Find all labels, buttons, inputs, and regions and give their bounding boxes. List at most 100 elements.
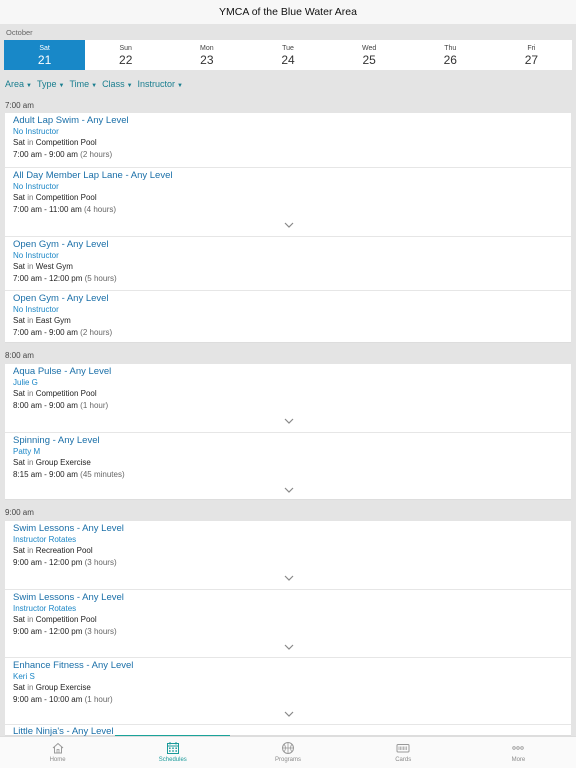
time-range: 7:00 am - 9:00 am bbox=[13, 150, 78, 159]
location-in-word: in bbox=[27, 683, 34, 692]
duration: (45 minutes) bbox=[80, 470, 125, 479]
class-day: Sat bbox=[13, 193, 26, 202]
filter-label: Type bbox=[36, 79, 57, 89]
filter-label: Area bbox=[5, 79, 25, 89]
title-bar: YMCA of the Blue Water Area bbox=[0, 0, 576, 24]
tab-more[interactable]: More bbox=[461, 737, 576, 768]
class-item[interactable]: Open Gym - Any Level No Instructor Sat i… bbox=[5, 290, 571, 343]
day-number: 21 bbox=[37, 52, 52, 67]
tab-label: More bbox=[511, 757, 526, 763]
tab-label: Schedules bbox=[158, 757, 187, 763]
location-name: Group Exercise bbox=[35, 683, 91, 692]
day-thu[interactable]: Thu 26 bbox=[410, 40, 491, 70]
time-range: 7:00 am - 12:00 pm bbox=[13, 274, 83, 283]
time-range: 8:00 am - 9:00 am bbox=[13, 401, 78, 410]
month-label: October bbox=[6, 28, 33, 37]
day-sat[interactable]: Sat 21 bbox=[4, 40, 86, 70]
filter-instructor[interactable]: Instructor ▼ bbox=[138, 79, 183, 89]
day-number: 26 bbox=[443, 52, 457, 67]
duration: (1 hour) bbox=[84, 695, 113, 704]
class-item[interactable]: Open Gym - Any Level No Instructor Sat i… bbox=[5, 236, 571, 290]
app-title: YMCA of the Blue Water Area bbox=[219, 6, 357, 18]
class-name: Aqua Pulse - Any Level bbox=[13, 366, 112, 377]
duration: (4 hours) bbox=[84, 205, 117, 214]
day-number: 27 bbox=[524, 52, 539, 67]
day-sun[interactable]: Sun 22 bbox=[85, 40, 166, 70]
tab-label: Programs bbox=[275, 757, 302, 763]
day-strip: Sat 21 Sun 22 Mon 23 Tue 24 Wed 25 Thu 2… bbox=[4, 40, 572, 70]
class-item[interactable]: Swim Lessons - Any Level Instructor Rota… bbox=[5, 589, 571, 657]
instructor-name: No Instructor bbox=[13, 251, 59, 260]
location-in-word: in bbox=[27, 615, 34, 624]
duration: (5 hours) bbox=[84, 274, 117, 283]
chevron-down-icon[interactable] bbox=[284, 487, 294, 494]
class-day: Sat bbox=[13, 683, 26, 692]
class-item[interactable]: Adult Lap Swim - Any Level No Instructor… bbox=[5, 113, 571, 167]
filter-type[interactable]: Type ▼ bbox=[37, 79, 64, 89]
duration: (3 hours) bbox=[84, 627, 117, 636]
class-item[interactable]: Little Ninja's - Any Level bbox=[5, 724, 571, 736]
chevron-down-icon[interactable] bbox=[284, 575, 294, 582]
class-time: 9:00 am - 12:00 pm (3 hours) bbox=[13, 558, 117, 567]
instructor-name: Instructor Rotates bbox=[13, 604, 77, 613]
class-name: Swim Lessons - Any Level bbox=[13, 592, 124, 603]
day-number: 25 bbox=[362, 52, 376, 67]
instructor-name: Instructor Rotates bbox=[13, 535, 77, 544]
duration: (2 hours) bbox=[80, 150, 113, 159]
duration: (2 hours) bbox=[80, 328, 113, 337]
caret-down-icon: ▼ bbox=[26, 83, 32, 89]
filter-area[interactable]: Area ▼ bbox=[5, 79, 32, 89]
class-location: Sat in Group Exercise bbox=[13, 683, 91, 692]
class-location: Sat in Competition Pool bbox=[13, 389, 97, 398]
calendar-icon bbox=[166, 742, 179, 754]
day-tue[interactable]: Tue 24 bbox=[247, 40, 328, 70]
instructor-name: No Instructor bbox=[13, 182, 59, 191]
class-location: Sat in East Gym bbox=[13, 316, 71, 325]
chevron-down-icon[interactable] bbox=[284, 711, 294, 718]
class-location: Sat in Competition Pool bbox=[13, 138, 97, 147]
filter-class[interactable]: Class ▼ bbox=[102, 79, 132, 89]
location-name: Competition Pool bbox=[35, 389, 97, 398]
tab-bar: Home Schedules Programs Cards More bbox=[0, 736, 576, 768]
class-item[interactable]: All Day Member Lap Lane - Any Level No I… bbox=[5, 167, 571, 236]
class-item[interactable]: Spinning - Any Level Patty M Sat in Grou… bbox=[5, 432, 571, 500]
tab-label: Home bbox=[49, 757, 66, 763]
class-location: Sat in Competition Pool bbox=[13, 193, 97, 202]
location-name: West Gym bbox=[35, 262, 73, 271]
card-icon bbox=[396, 744, 410, 753]
location-in-word: in bbox=[27, 138, 34, 147]
class-time: 7:00 am - 9:00 am (2 hours) bbox=[13, 328, 112, 337]
caret-down-icon: ▼ bbox=[126, 83, 133, 89]
class-day: Sat bbox=[13, 262, 26, 271]
instructor-name: Julie G bbox=[13, 378, 38, 387]
chevron-down-icon[interactable] bbox=[284, 418, 294, 425]
class-name: Enhance Fitness - Any Level bbox=[13, 660, 134, 671]
chevron-down-icon[interactable] bbox=[284, 644, 294, 651]
class-day: Sat bbox=[13, 615, 26, 624]
more-icon bbox=[512, 746, 525, 750]
class-day: Sat bbox=[13, 316, 26, 325]
day-fri[interactable]: Fri 27 bbox=[491, 40, 572, 70]
chevron-down-icon[interactable] bbox=[284, 222, 294, 229]
tab-programs[interactable]: Programs bbox=[230, 737, 345, 768]
tab-schedules[interactable]: Schedules bbox=[115, 737, 230, 768]
tab-home[interactable]: Home bbox=[0, 737, 115, 768]
class-item[interactable]: Enhance Fitness - Any Level Keri S Sat i… bbox=[5, 657, 571, 724]
day-mon[interactable]: Mon 23 bbox=[166, 40, 247, 70]
class-item[interactable]: Aqua Pulse - Any Level Julie G Sat in Co… bbox=[5, 364, 571, 432]
location-name: Competition Pool bbox=[35, 615, 97, 624]
location-name: Recreation Pool bbox=[35, 546, 93, 555]
class-name: All Day Member Lap Lane - Any Level bbox=[13, 170, 173, 181]
day-wed[interactable]: Wed 25 bbox=[329, 40, 410, 70]
instructor-name: Patty M bbox=[13, 447, 41, 456]
tab-label: Cards bbox=[395, 757, 412, 763]
filter-label: Class bbox=[102, 79, 125, 89]
time-group-label: 8:00 am bbox=[5, 351, 34, 360]
class-item[interactable]: Swim Lessons - Any Level Instructor Rota… bbox=[5, 521, 571, 589]
duration: (3 hours) bbox=[84, 558, 117, 567]
tab-cards[interactable]: Cards bbox=[346, 737, 461, 768]
filter-time[interactable]: Time ▼ bbox=[69, 79, 97, 89]
class-name: Little Ninja's - Any Level bbox=[13, 726, 114, 736]
filter-label: Instructor bbox=[137, 79, 176, 89]
time-range: 9:00 am - 10:00 am bbox=[13, 695, 83, 704]
